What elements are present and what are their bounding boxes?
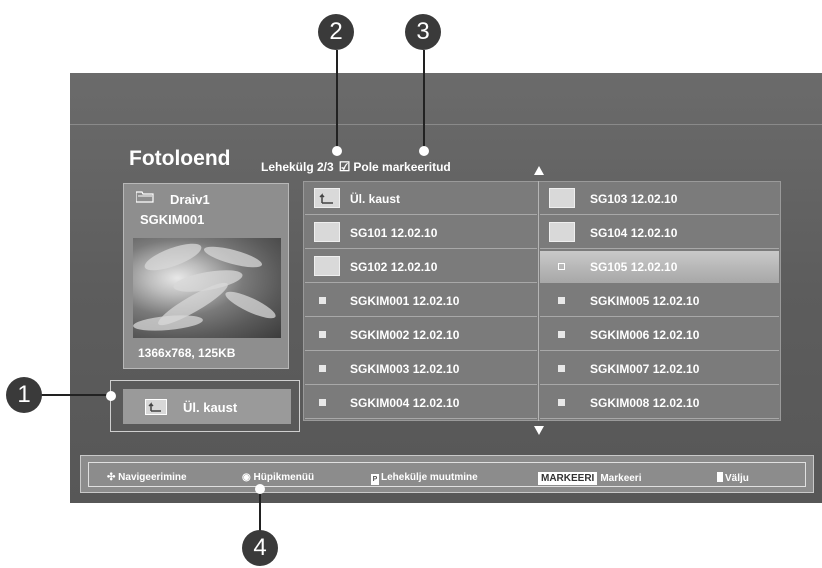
file-grid-item[interactable]: SGKIM008 12.02.10 <box>540 387 779 419</box>
file-grid-item[interactable]: SGKIM007 12.02.10 <box>540 353 779 385</box>
file-grid-item[interactable]: SG105 12.02.10 <box>540 251 779 283</box>
file-grid-item-label: SGKIM007 12.02.10 <box>590 362 700 376</box>
file-grid-item[interactable]: SG104 12.02.10 <box>540 217 779 249</box>
callout-4-dot <box>255 484 265 494</box>
callout-4-line <box>259 488 261 532</box>
callout-1-dot <box>106 391 116 401</box>
callout-2-dot <box>332 146 342 156</box>
callout-1-line <box>40 394 110 396</box>
callout-3-dot <box>419 146 429 156</box>
scroll-up-arrow[interactable] <box>534 166 544 175</box>
photo-file-icon <box>558 331 565 338</box>
photo-file-icon <box>558 365 565 372</box>
file-grid-item-label: SGKIM006 12.02.10 <box>590 328 700 342</box>
folder-icon <box>314 256 340 276</box>
page-status: Lehekülg 2/3 ☑ Pole markeeritud <box>261 159 451 175</box>
page-change-label: Lehekülje muutmine <box>381 472 478 483</box>
file-grid-item[interactable]: SGKIM006 12.02.10 <box>540 319 779 351</box>
file-grid-item-label: SG101 12.02.10 <box>350 226 438 240</box>
photo-file-icon <box>558 399 565 406</box>
ok-icon: ◉ <box>242 472 251 483</box>
folder-icon <box>549 222 575 242</box>
file-grid-item-label: SGKIM005 12.02.10 <box>590 294 700 308</box>
folder-icon <box>549 188 575 208</box>
callout-3: 3 <box>405 14 441 50</box>
file-grid-item[interactable]: SGKIM003 12.02.10 <box>305 353 537 385</box>
folder-up-icon <box>314 188 340 208</box>
page-key-icon: P <box>371 474 379 485</box>
legend-page-change: P Lehekülje muutmine <box>371 472 478 485</box>
callout-2: 2 <box>318 14 354 50</box>
file-grid-item-label: SGKIM001 12.02.10 <box>350 294 460 308</box>
file-grid-item[interactable]: SGKIM001 12.02.10 <box>305 285 537 317</box>
up-folder-button[interactable]: Ül. kaust <box>123 389 291 424</box>
legend-exit: Välju <box>717 472 749 484</box>
file-grid-item[interactable]: SG101 12.02.10 <box>305 217 537 249</box>
exit-label: Välju <box>725 473 749 484</box>
preview-panel: Draiv1 SGKIM001 1366x768, 125KB <box>123 183 289 369</box>
file-grid-item-label: SG103 12.02.10 <box>590 192 678 206</box>
mark-status: Pole markeeritud <box>353 160 451 174</box>
photo-file-icon <box>319 331 326 338</box>
callout-3-line <box>423 50 425 151</box>
file-grid-item[interactable]: SGKIM004 12.02.10 <box>305 387 537 419</box>
legend-mark: MARKEERI Markeeri <box>538 472 641 485</box>
image-info: 1366x768, 125KB <box>138 346 236 360</box>
photo-file-icon <box>319 399 326 406</box>
header-divider <box>70 124 822 125</box>
photo-file-icon <box>558 297 565 304</box>
file-grid-item[interactable]: SG103 12.02.10 <box>540 183 779 215</box>
photo-thumbnail <box>133 238 281 338</box>
file-grid-item-label: SGKIM008 12.02.10 <box>590 396 700 410</box>
mark-label: Markeeri <box>600 473 642 484</box>
file-grid-item-label: SG105 12.02.10 <box>590 260 678 274</box>
file-grid-item-label: Ül. kaust <box>350 192 401 206</box>
file-name-label: SGKIM001 <box>140 212 205 227</box>
checkbox-icon: ☑ <box>338 159 351 174</box>
callout-4: 4 <box>242 530 278 566</box>
drive-icon <box>136 191 154 203</box>
photo-file-icon <box>319 365 326 372</box>
mark-key: MARKEERI <box>538 472 598 485</box>
page-indicator: Lehekülg 2/3 <box>261 160 334 174</box>
file-grid-item[interactable]: Ül. kaust <box>305 183 537 215</box>
file-grid-item-label: SGKIM003 12.02.10 <box>350 362 460 376</box>
popup-label: Hüpikmenüü <box>253 472 315 483</box>
legend-navigate: ✣ Navigeerimine <box>107 472 187 483</box>
file-grid-item-label: SG104 12.02.10 <box>590 226 678 240</box>
exit-key-icon <box>717 472 723 482</box>
photo-file-icon <box>319 297 326 304</box>
file-grid-item-label: SGKIM004 12.02.10 <box>350 396 460 410</box>
callout-2-line <box>336 50 338 151</box>
file-grid-item[interactable]: SGKIM002 12.02.10 <box>305 319 537 351</box>
scroll-down-arrow[interactable] <box>534 426 544 435</box>
drive-label: Draiv1 <box>170 192 210 207</box>
file-grid-item-label: SGKIM002 12.02.10 <box>350 328 460 342</box>
file-grid-item-label: SG102 12.02.10 <box>350 260 438 274</box>
legend-popup: ◉ Hüpikmenüü <box>242 472 314 483</box>
file-grid-item[interactable]: SG102 12.02.10 <box>305 251 537 283</box>
page-title: Fotoloend <box>129 147 231 170</box>
callout-1: 1 <box>6 377 42 413</box>
grid-column-divider <box>538 181 539 421</box>
folder-up-icon <box>145 399 167 415</box>
up-folder-label: Ül. kaust <box>183 400 238 415</box>
file-grid-item[interactable]: SGKIM005 12.02.10 <box>540 285 779 317</box>
navigate-label: Navigeerimine <box>118 472 187 483</box>
navigate-icon: ✣ <box>107 472 116 483</box>
photo-file-icon <box>558 263 565 270</box>
folder-icon <box>314 222 340 242</box>
